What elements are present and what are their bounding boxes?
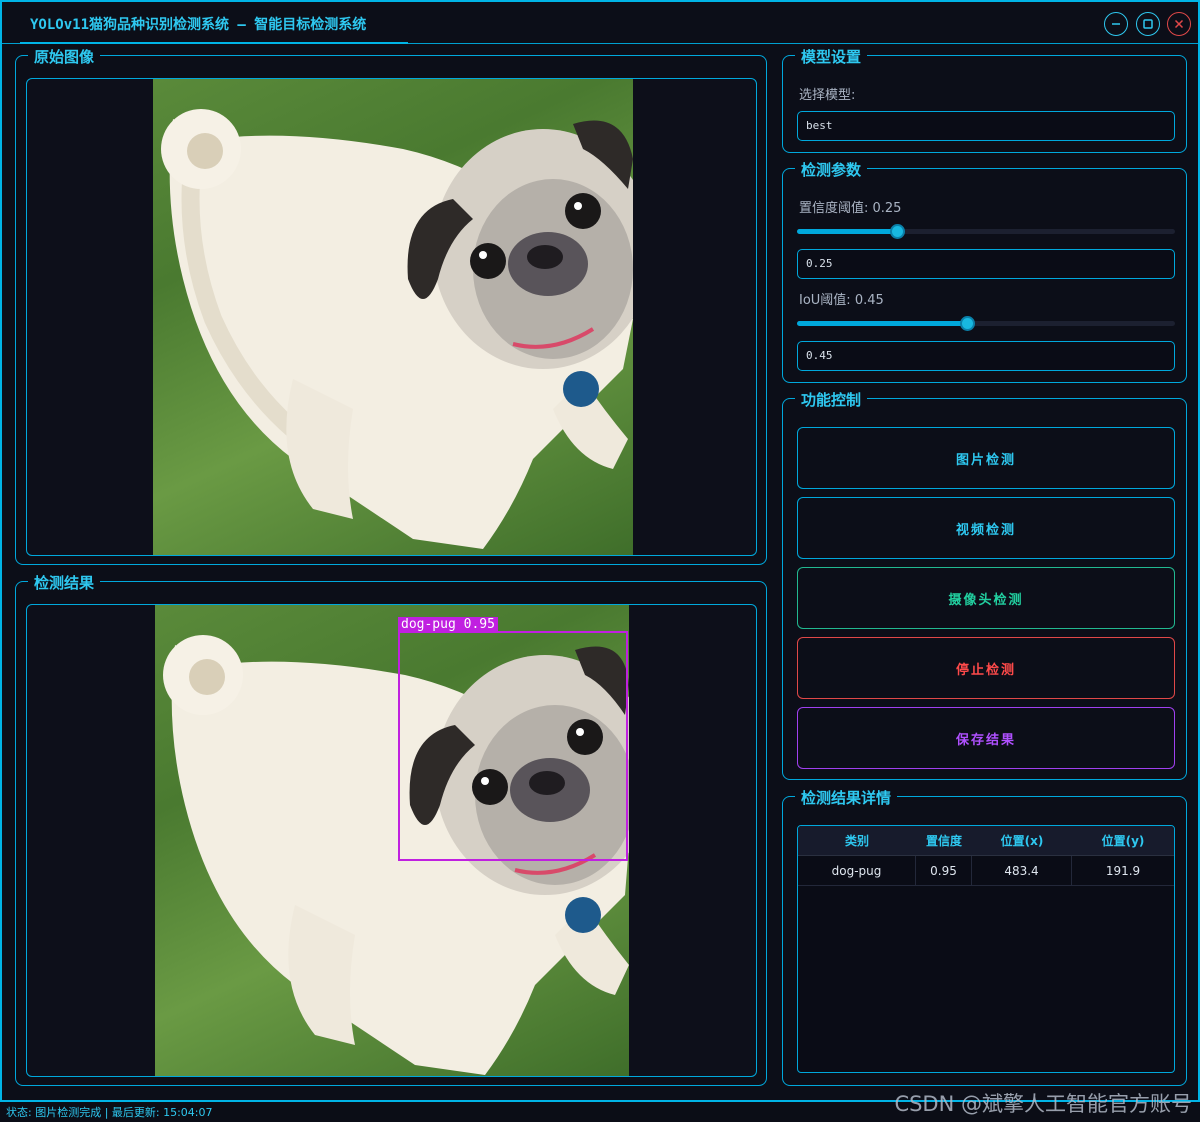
iou-slider-fill [797,321,968,326]
cell-x: 483.4 [972,856,1072,885]
original-image-frame [26,78,757,556]
model-settings-title: 模型设置 [795,46,868,67]
status-bar: 状态: 图片检测完成 | 最后更新: 15:04:07 [6,1106,213,1119]
app-window: YOLOv11猫狗品种识别检测系统 – 智能目标检测系统 原始图像 检测结果 d… [0,0,1200,1102]
iou-slider-handle[interactable] [960,316,976,331]
confidence-input[interactable]: 0.25 [797,249,1175,279]
column-header-class[interactable]: 类别 [798,826,916,855]
detection-result-frame: dog-pug 0.95 [26,604,757,1077]
confidence-label: 置信度阈值: 0.25 [799,201,902,216]
detection-label: dog-pug 0.95 [398,617,498,632]
model-settings-panel: 模型设置 选择模型: best [782,46,1187,153]
column-header-confidence[interactable]: 置信度 [916,826,972,855]
confidence-slider[interactable] [797,224,1175,239]
iou-input[interactable]: 0.45 [797,341,1175,371]
table-header: 类别 置信度 位置(x) 位置(y) [798,826,1174,856]
cell-y: 191.9 [1105,863,1141,878]
detection-result-panel: 检测结果 dog-pug 0.95 [15,572,767,1086]
window-title: YOLOv11猫狗品种识别检测系统 – 智能目标检测系统 [30,17,367,33]
watermark: CSDN @斌擎人工智能官方账号 [894,1092,1192,1116]
save-result-button[interactable]: 保存结果 [797,707,1175,769]
title-bar: YOLOv11猫狗品种识别检测系统 – 智能目标检测系统 [2,2,1198,44]
function-controls-title: 功能控制 [795,389,868,410]
column-header-y[interactable]: 位置(y) [1072,826,1174,855]
confidence-slider-fill [797,229,898,234]
model-select[interactable]: best [797,111,1175,141]
close-icon [1174,19,1184,29]
close-button[interactable] [1167,12,1191,36]
original-image-title: 原始图像 [28,46,101,67]
maximize-icon [1143,19,1153,29]
confidence-slider-handle[interactable] [890,224,906,239]
result-details-title: 检测结果详情 [795,787,898,808]
detection-bounding-box [398,631,628,861]
cell-class: dog-pug [798,856,916,885]
stop-detect-button[interactable]: 停止检测 [797,637,1175,699]
detection-params-panel: 检测参数 置信度阈值: 0.25 0.25 IoU阈值: 0.45 0.45 [782,159,1187,383]
select-model-label: 选择模型: [799,88,856,103]
column-header-x[interactable]: 位置(x) [972,826,1072,855]
function-controls-panel: 功能控制 图片检测 视频检测 摄像头检测 停止检测 保存结果 [782,389,1187,780]
minimize-button[interactable] [1104,12,1128,36]
video-detect-button[interactable]: 视频检测 [797,497,1175,559]
minimize-icon [1112,23,1120,25]
iou-label: IoU阈值: 0.45 [799,293,884,308]
iou-slider[interactable] [797,316,1175,331]
maximize-button[interactable] [1136,12,1160,36]
detection-params-title: 检测参数 [795,159,868,180]
table-row[interactable]: dog-pug 0.95 483.4 191.9 [798,856,1174,886]
detected-pug-photo: dog-pug 0.95 [155,605,629,1076]
result-details-panel: 检测结果详情 类别 置信度 位置(x) 位置(y) dog-pug 0.95 4… [782,787,1187,1086]
cell-confidence: 0.95 [916,856,972,885]
original-image-panel: 原始图像 [15,46,767,565]
detection-result-title: 检测结果 [28,572,101,593]
original-pug-photo [153,79,633,555]
image-detect-button[interactable]: 图片检测 [797,427,1175,489]
result-table: 类别 置信度 位置(x) 位置(y) dog-pug 0.95 483.4 19… [797,825,1175,1073]
camera-detect-button[interactable]: 摄像头检测 [797,567,1175,629]
